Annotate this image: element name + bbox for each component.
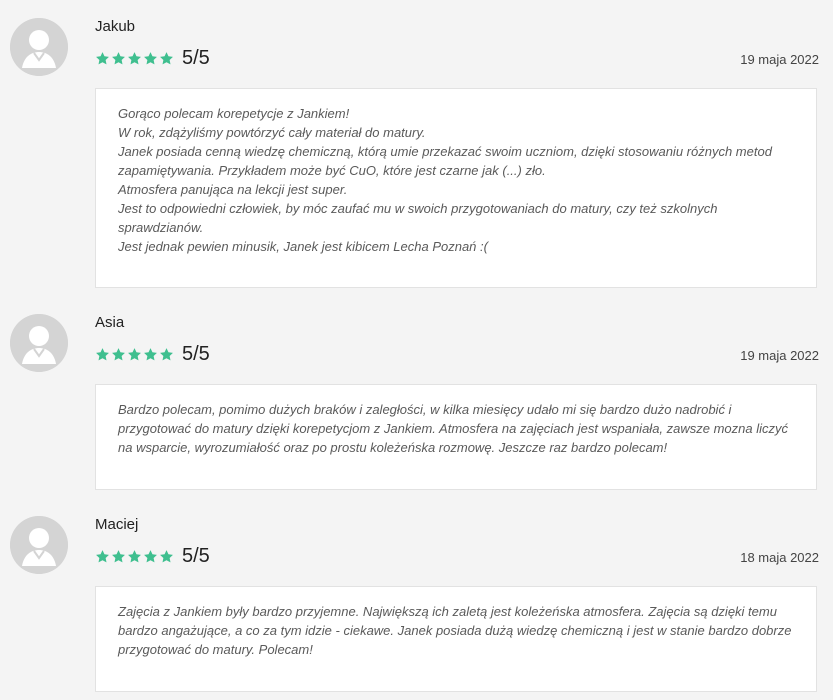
star-icon	[144, 549, 157, 562]
star-icon	[112, 347, 125, 360]
rating: 5/5	[95, 46, 210, 70]
review-date: 19 maja 2022	[740, 52, 819, 67]
review-date: 19 maja 2022	[740, 348, 819, 363]
review-line: Jest to odpowiedni człowiek, by móc zauf…	[118, 201, 718, 216]
reviewer-name: Jakub	[95, 18, 136, 35]
review-line: Zajęcia z Jankiem były bardzo przyjemne.…	[118, 604, 777, 619]
star-icon	[144, 51, 157, 64]
review-line: Atmosfera panująca na lekcji jest super.	[118, 182, 348, 197]
review-line: przygotować do matury dzięki korepetycjo…	[118, 421, 789, 436]
star-icon	[128, 51, 141, 64]
review-text-box: Bardzo polecam, pomimo dużych braków i z…	[95, 384, 817, 490]
star-icon	[128, 347, 141, 360]
star-rating	[95, 549, 174, 564]
star-icon	[96, 347, 109, 360]
star-icon	[96, 51, 109, 64]
star-icon	[144, 347, 157, 360]
review-date: 18 maja 2022	[740, 550, 819, 565]
user-avatar-icon	[10, 314, 68, 372]
star-icon	[128, 549, 141, 562]
rating: 5/5	[95, 342, 210, 366]
rating: 5/5	[95, 544, 210, 568]
review-line: przygotować do matury. Polecam!	[118, 642, 313, 657]
rating-score: 5/5	[182, 343, 210, 365]
reviewer-name: Maciej	[95, 516, 139, 533]
review-text-box: Gorąco polecam korepetycje z Jankiem! W …	[95, 88, 817, 288]
review-line: bardzo angażujące, a co za tym idzie - c…	[118, 623, 792, 638]
star-icon	[160, 549, 173, 562]
star-rating	[95, 347, 174, 362]
review-line: Gorąco polecam korepetycje z Jankiem!	[118, 106, 350, 121]
star-icon	[160, 51, 173, 64]
review-line: Bardzo polecam, pomimo dużych braków i z…	[118, 402, 732, 417]
review-line: na wsparcie, wyrozumiałość oraz po prost…	[118, 440, 668, 455]
user-avatar-icon	[10, 516, 68, 574]
review-line: sprawdzianów.	[118, 220, 204, 235]
star-icon	[160, 347, 173, 360]
review-line: Janek posiada cenną wiedzę chemiczną, kt…	[118, 144, 772, 159]
star-icon	[112, 549, 125, 562]
review-line: Jest jednak pewien minusik, Janek jest k…	[118, 239, 488, 254]
review-line: W rok, zdążyliśmy powtórzyć cały materia…	[118, 125, 426, 140]
star-icon	[112, 51, 125, 64]
user-avatar-icon	[10, 18, 68, 76]
star-icon	[96, 549, 109, 562]
review-line: zapamiętywania. Przykładem może być CuO,…	[118, 163, 546, 178]
rating-score: 5/5	[182, 545, 210, 567]
star-rating	[95, 51, 174, 66]
rating-score: 5/5	[182, 47, 210, 69]
review-text-box: Zajęcia z Jankiem były bardzo przyjemne.…	[95, 586, 817, 692]
reviewer-name: Asia	[95, 314, 125, 331]
